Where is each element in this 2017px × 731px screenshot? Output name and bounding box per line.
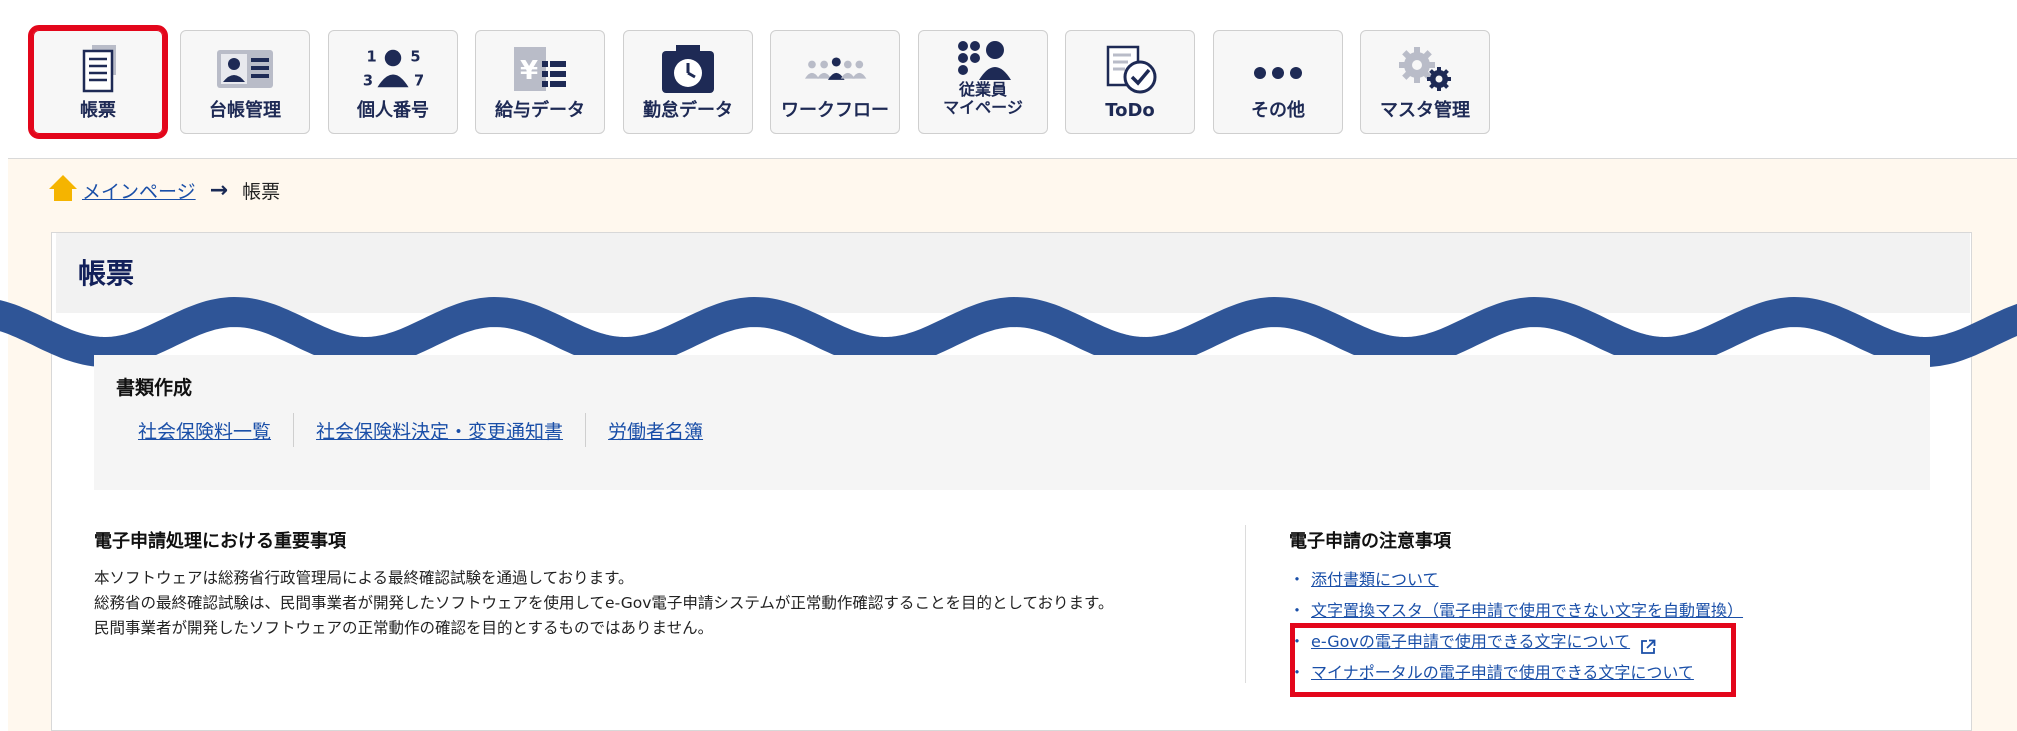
toolbar-button-master-management[interactable]: マスタ管理 [1360, 30, 1490, 134]
svg-text:¥: ¥ [520, 56, 538, 86]
document-list-icon [66, 43, 130, 95]
highlight-box [1290, 623, 1736, 697]
breadcrumb-home-link[interactable]: メインページ [82, 177, 196, 204]
list-item: ・ 添付書類について [1289, 564, 1743, 595]
svg-text:1: 1 [366, 49, 376, 66]
workflow-people-icon [803, 43, 867, 95]
salary-yen-icon: ¥ [508, 43, 572, 95]
toolbar-button-salary-data[interactable]: ¥ 給与データ [475, 30, 605, 134]
bullet: ・ [1289, 570, 1306, 589]
toolbar-button-label: 台帳管理 [209, 100, 281, 121]
todo-check-icon [1098, 43, 1162, 95]
document-link-insurance-notice[interactable]: 社会保険料決定・変更通知書 [294, 417, 585, 444]
toolbar-button-attendance-data[interactable]: 勤怠データ [623, 30, 753, 134]
toolbar-button-personal-number[interactable]: 1 5 3 7 個人番号 [328, 30, 458, 134]
main-toolbar: 帳票 台帳管理 1 5 3 7 個人番号 ¥ 給与データ 勤怠データ ワークフロ… [0, 0, 2017, 158]
bullet: ・ [1289, 601, 1306, 620]
toolbar-button-label-line2: マイページ [943, 98, 1023, 117]
toolbar-button-forms[interactable]: 帳票 [28, 25, 168, 139]
gear-icon [1393, 43, 1457, 95]
toolbar-button-label: ToDo [1105, 100, 1155, 121]
page-title: 帳票 [78, 257, 135, 290]
toolbar-button-ledger[interactable]: 台帳管理 [180, 30, 310, 134]
toolbar-button-label: 勤怠データ [643, 100, 733, 121]
document-link-list: 社会保険料一覧 社会保険料決定・変更通知書 労働者名簿 [116, 412, 725, 448]
toolbar-button-workflow[interactable]: ワークフロー [770, 30, 900, 134]
home-icon [48, 173, 78, 208]
important-note-line: 本ソフトウェアは総務省行政管理局による最終確認試験を通過しております。 [94, 569, 634, 587]
vertical-divider [1245, 525, 1246, 683]
toolbar-button-label-line1: 従業員 [958, 80, 1007, 99]
person-number-icon: 1 5 3 7 [361, 43, 425, 95]
more-dots-icon [1246, 43, 1310, 95]
document-creation-title: 書類作成 [116, 377, 193, 399]
breadcrumb-current: 帳票 [242, 180, 281, 203]
important-notes-body: 本ソフトウェアは総務省行政管理局による最終確認試験を通過しております。 総務省の… [94, 566, 1113, 641]
svg-text:3: 3 [363, 72, 373, 89]
note-link-char-replace-master[interactable]: 文字置換マスタ（電子申請で使用できない文字を自動置換） [1311, 595, 1743, 626]
breadcrumb: メインページ → 帳票 [48, 174, 280, 206]
toolbar-button-label: 個人番号 [357, 100, 429, 121]
svg-text:7: 7 [414, 72, 424, 89]
arrow-right-icon: → [209, 177, 229, 203]
id-card-icon [213, 43, 277, 95]
document-link-worker-register[interactable]: 労働者名簿 [586, 417, 725, 444]
toolbar-button-todo[interactable]: ToDo [1065, 30, 1195, 134]
toolbar-button-label: 帳票 [80, 100, 116, 121]
note-link-attachments[interactable]: 添付書類について [1311, 564, 1439, 595]
toolbar-button-other[interactable]: その他 [1213, 30, 1343, 134]
toolbar-button-label: その他 [1251, 100, 1305, 121]
toolbar-button-label: マスタ管理 [1380, 100, 1470, 121]
toolbar-button-employee-mypage[interactable]: 従業員 マイページ [918, 30, 1048, 134]
important-note-line: 民間事業者が開発したソフトウェアの正常動作の確認を目的とするものではありません。 [94, 619, 714, 637]
svg-text:5: 5 [410, 49, 420, 66]
toolbar-button-label: ワークフロー [781, 100, 889, 121]
toolbar-button-label: 給与データ [495, 100, 585, 121]
list-item: ・ 文字置換マスタ（電子申請で使用できない文字を自動置換） [1289, 595, 1743, 626]
document-link-social-insurance-list[interactable]: 社会保険料一覧 [116, 417, 293, 444]
important-note-line: 総務省の最終確認試験は、民間事業者が開発したソフトウェアを使用してe-Gov電子… [94, 594, 1114, 612]
important-notes-title: 電子申請処理における重要事項 [94, 531, 346, 552]
timecard-clock-icon [656, 43, 720, 95]
employee-mypage-icon [951, 39, 1015, 80]
e-application-notes-title: 電子申請の注意事項 [1289, 531, 1451, 552]
